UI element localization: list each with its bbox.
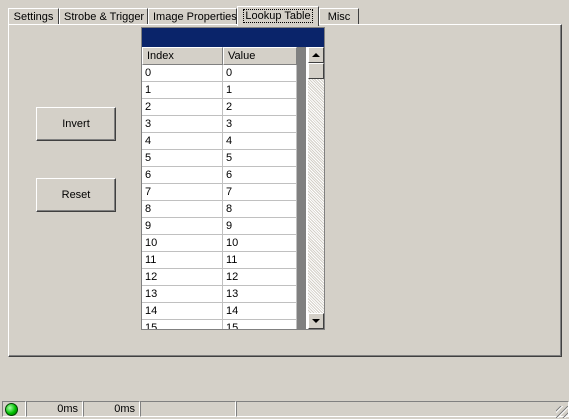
index-cell: 1: [142, 82, 223, 99]
table-row[interactable]: 14 14: [142, 303, 306, 320]
value-cell[interactable]: 14: [223, 303, 297, 320]
table-row[interactable]: 00: [142, 65, 306, 82]
table-row[interactable]: 66: [142, 167, 306, 184]
index-cell: 5: [142, 150, 223, 167]
reset-button[interactable]: Reset: [36, 178, 116, 212]
tab-settings[interactable]: Settings: [8, 8, 59, 24]
tab-misc[interactable]: Misc: [319, 8, 359, 24]
index-cell: 11: [142, 252, 223, 269]
value-cell[interactable]: 4: [223, 133, 297, 150]
index-cell: 8: [142, 201, 223, 218]
vertical-scrollbar[interactable]: [308, 47, 324, 329]
index-cell: 7: [142, 184, 223, 201]
table-gray-strip: [297, 47, 306, 329]
index-cell: 3: [142, 116, 223, 133]
value-cell[interactable]: 8: [223, 201, 297, 218]
value-cell[interactable]: 1: [223, 82, 297, 99]
table-header: Index Value: [142, 47, 306, 65]
arrow-up-icon: [312, 53, 320, 57]
value-cell[interactable]: 11: [223, 252, 297, 269]
value-cell[interactable]: 3: [223, 116, 297, 133]
value-cell[interactable]: 13: [223, 286, 297, 303]
index-cell: 10: [142, 235, 223, 252]
value-cell[interactable]: 15: [223, 320, 297, 329]
table-row[interactable]: 12 12: [142, 269, 306, 286]
value-cell[interactable]: 10: [223, 235, 297, 252]
tab-strobe-trigger[interactable]: Strobe & Trigger: [59, 8, 148, 24]
table-row[interactable]: 22: [142, 99, 306, 116]
index-cell: 9: [142, 218, 223, 235]
status-time-2: 0ms: [83, 401, 140, 417]
status-time-1: 0ms: [26, 401, 83, 417]
value-cell[interactable]: 7: [223, 184, 297, 201]
table-row[interactable]: 11: [142, 82, 306, 99]
tab-lookup-table[interactable]: Lookup Table: [237, 6, 319, 26]
status-led-panel: [2, 401, 26, 417]
table-row[interactable]: 99: [142, 218, 306, 235]
index-cell: 13: [142, 286, 223, 303]
table-row[interactable]: 13 13: [142, 286, 306, 303]
value-cell[interactable]: 9: [223, 218, 297, 235]
index-cell: 12: [142, 269, 223, 286]
table-row[interactable]: 44: [142, 133, 306, 150]
status-panel-empty-1: [140, 401, 236, 417]
lookup-table-grid[interactable]: Index Value 0 0 1 1 2 2 3 3 4 4 5 5 6 6 7 7 8 8 9 9 10 10 11 11…: [141, 27, 325, 330]
table-title-bar: [142, 28, 324, 47]
value-cell[interactable]: 6: [223, 167, 297, 184]
index-cell: 4: [142, 133, 223, 150]
column-header-index[interactable]: Index: [142, 47, 223, 65]
arrow-down-icon: [312, 319, 320, 323]
scroll-up-button[interactable]: [308, 47, 324, 63]
table-body: 0 0 1 1 2 2 3 3 4 4 5 5 6 6 7 7 8 8 9 9 10 10 11 11 12 12 13 13 14 14…: [142, 65, 306, 329]
invert-button[interactable]: Invert: [36, 107, 116, 141]
table-row[interactable]: 11 11: [142, 252, 306, 269]
status-bar: 0ms 0ms: [0, 399, 569, 419]
index-cell: 2: [142, 99, 223, 116]
status-led-icon: [5, 403, 18, 416]
value-cell[interactable]: 12: [223, 269, 297, 286]
column-header-value[interactable]: Value: [223, 47, 297, 65]
scrollbar-thumb[interactable]: [308, 63, 324, 79]
index-cell: 6: [142, 167, 223, 184]
value-cell[interactable]: 5: [223, 150, 297, 167]
value-cell[interactable]: 2: [223, 99, 297, 116]
scroll-down-button[interactable]: [308, 313, 324, 329]
index-cell: 15: [142, 320, 223, 329]
table-row[interactable]: 77: [142, 184, 306, 201]
table-row[interactable]: 33: [142, 116, 306, 133]
table-row[interactable]: 10 10: [142, 235, 306, 252]
status-panel-empty-2: [236, 401, 569, 417]
tab-image-properties[interactable]: Image Properties: [148, 8, 237, 24]
size-grip-icon[interactable]: [556, 406, 568, 418]
table-row[interactable]: 15 15: [142, 320, 306, 329]
lookup-table-panel: Invert Reset Index Value 001122334455667…: [8, 24, 562, 357]
table-row[interactable]: 55: [142, 150, 306, 167]
index-cell: 0: [142, 65, 223, 82]
table-row[interactable]: 88: [142, 201, 306, 218]
index-cell: 14: [142, 303, 223, 320]
value-cell[interactable]: 0: [223, 65, 297, 82]
